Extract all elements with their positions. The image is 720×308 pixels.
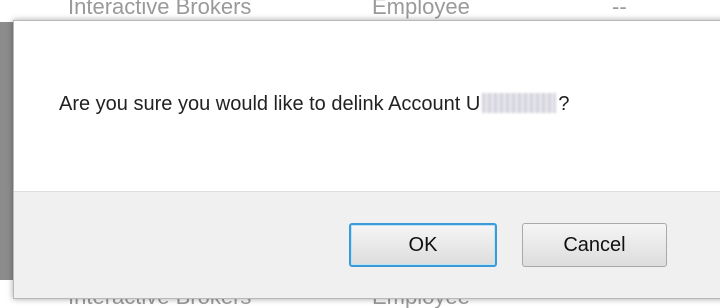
redacted-account-number (482, 93, 557, 113)
cancel-button[interactable]: Cancel (522, 223, 667, 267)
background-cell-dash: -- (612, 0, 627, 19)
message-question-mark: ? (558, 93, 570, 115)
dialog-footer: OK Cancel (14, 191, 720, 298)
confirm-delink-dialog: Are you sure you would like to delink Ac… (13, 20, 720, 299)
dialog-message: Are you sure you would like to delink Ac… (59, 93, 569, 116)
ok-button[interactable]: OK (349, 223, 497, 267)
background-cell-role: Employee (372, 0, 470, 19)
message-text: Are you sure you would like to delink Ac… (59, 93, 481, 115)
background-cell-broker: Interactive Brokers (68, 0, 252, 19)
background-row-top: Interactive Brokers Employee -- (0, 0, 720, 22)
dialog-body: Are you sure you would like to delink Ac… (14, 21, 720, 191)
